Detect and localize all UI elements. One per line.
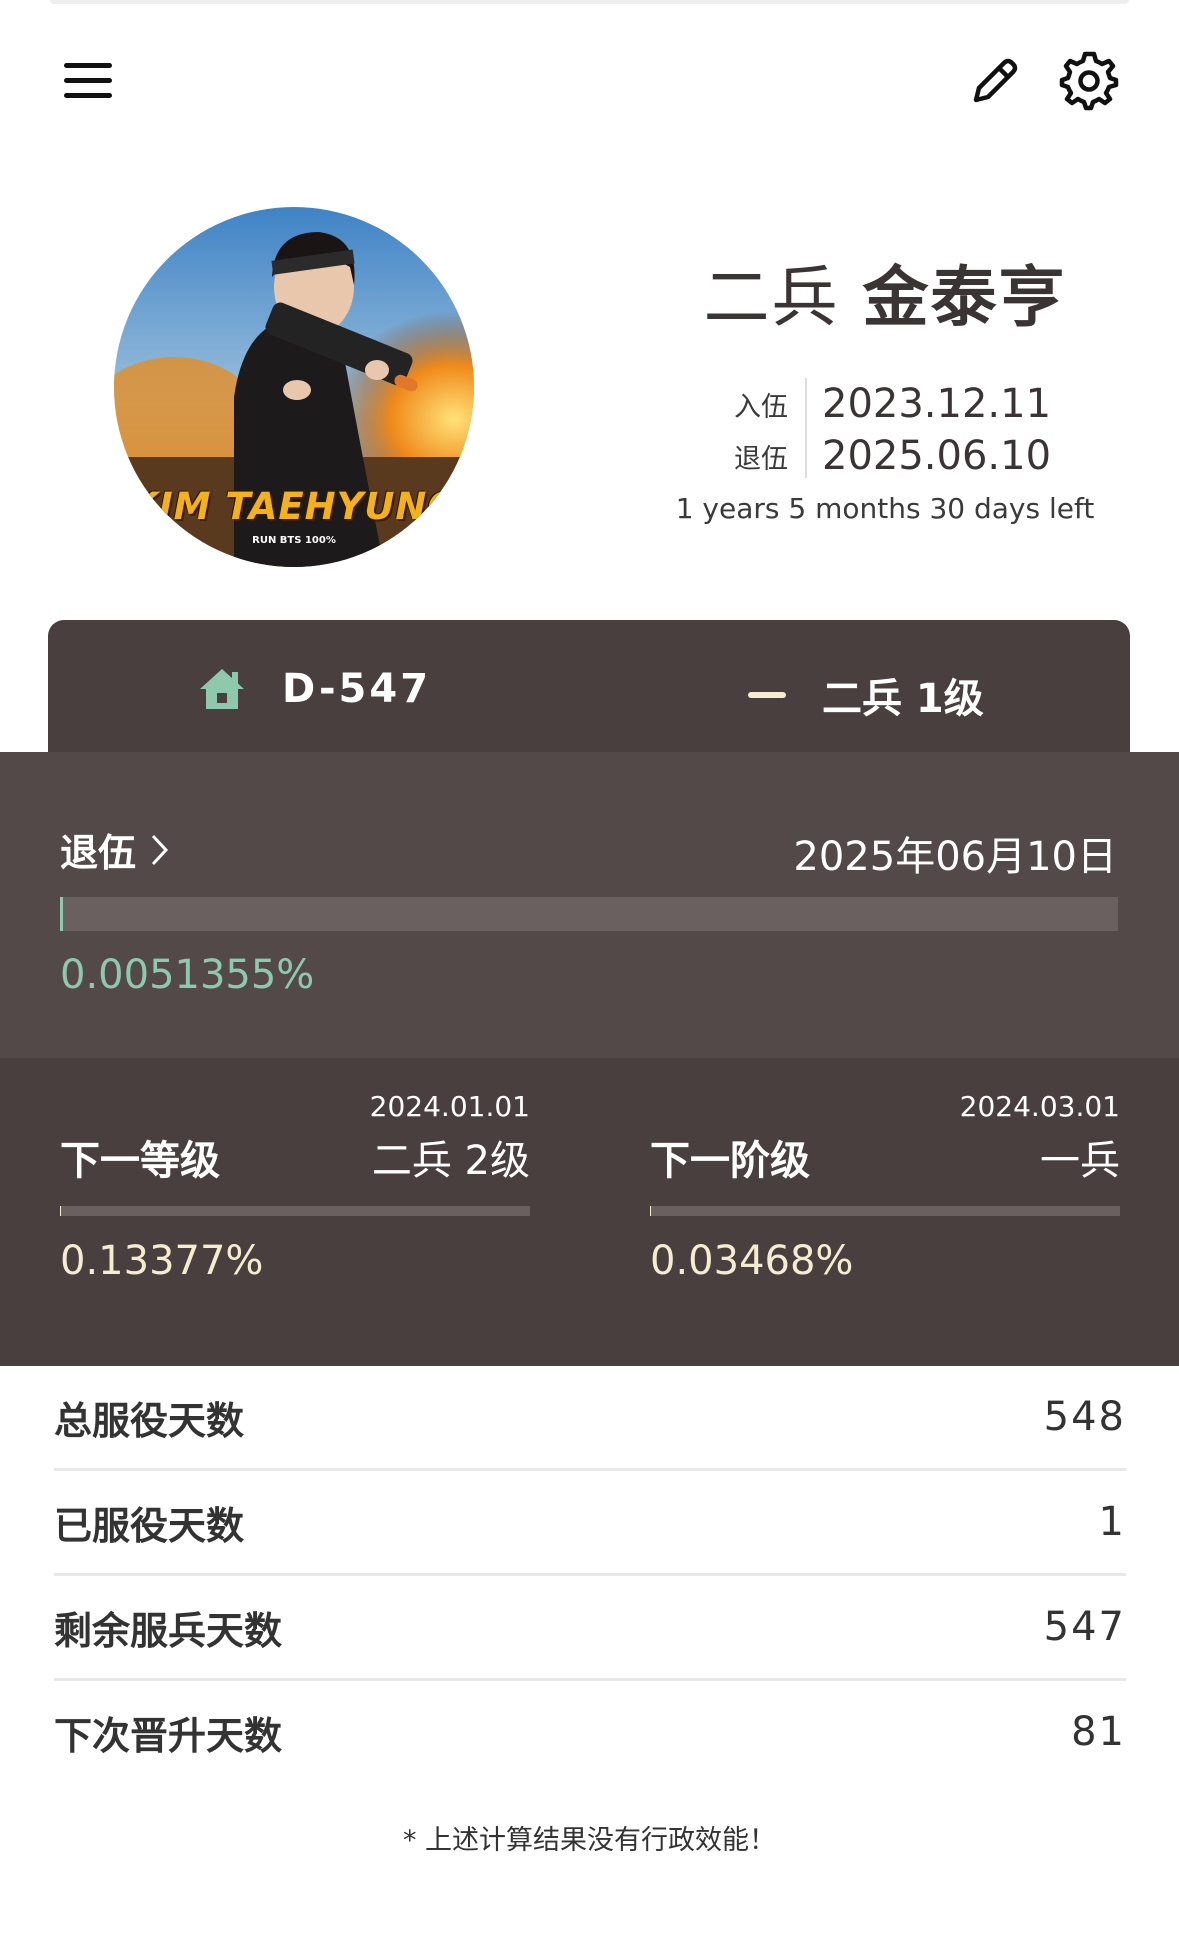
service-dates: 入伍 2023.12.11 退伍 2025.06.10 [730,378,1051,482]
profile-name: 二兵 金泰亨 [600,244,1170,340]
gear-icon[interactable] [1056,48,1122,114]
next-grade-fill [60,1206,62,1216]
stat-label: 下次晋升天数 [54,1713,283,1758]
avatar-sub-text: RUN BTS 100% [252,535,336,546]
dday-bar: D-547 二兵 1级 [48,620,1130,752]
hamburger-menu-icon[interactable] [58,52,120,110]
next-stage-percent: 0.03468% [650,1238,854,1284]
stat-label: 剩余服兵天数 [54,1608,283,1653]
next-stage-target: 一兵 [1040,1138,1120,1184]
enlist-row: 入伍 2023.12.11 [730,378,1051,430]
stat-label: 已服役天数 [54,1503,245,1548]
stats-list: 总服役天数 548 已服役天数 1 剩余服兵天数 547 下次晋升天数 81 [54,1366,1126,1783]
next-grade-target: 二兵 2级 [371,1138,530,1184]
chevron-right-icon [151,834,169,865]
promotion-panel: 2024.01.01 下一等级 二兵 2级 0.13377% 2024.03.0… [0,1058,1179,1366]
discharge-progress-fill [60,897,64,931]
next-stage-bar [650,1206,1120,1216]
grade-section: 二兵 1级 [748,666,984,724]
stat-row-next-promotion: 下次晋升天数 81 [54,1681,1126,1783]
stat-label: 总服役天数 [54,1398,245,1443]
enlist-date: 2023.12.11 [822,381,1052,427]
dday-section: D-547 [198,666,431,712]
dates-divider [805,378,807,478]
discharge-label: 退伍 [734,443,788,475]
disclaimer-note: * 上述计算结果没有行政效能！ [402,1825,777,1856]
stat-value: 547 [1043,1604,1126,1650]
next-grade-card: 2024.01.01 下一等级 二兵 2级 0.13377% [60,1058,530,1366]
stat-value: 1 [1098,1499,1126,1545]
stat-value: 81 [1071,1709,1126,1755]
next-stage-fill [650,1206,652,1216]
discharge-date: 2025.06.10 [822,433,1052,479]
avatar: KIM TAEHYUNG RUN BTS 100% [114,207,474,567]
discharge-progress-percent: 0.0051355% [60,952,315,998]
discharge-progress-link[interactable]: 退伍 [60,822,170,877]
stat-value: 548 [1043,1394,1126,1440]
next-grade-date: 2024.01.01 [369,1090,530,1123]
grade-text: 二兵 1级 [822,676,984,722]
discharge-progress-date: 2025年06月10日 [793,834,1117,880]
time-left-text: 1 years 5 months 30 days left [675,492,1095,525]
discharge-row: 退伍 2025.06.10 [730,430,1051,482]
next-grade-percent: 0.13377% [60,1238,264,1284]
enlist-label: 入伍 [734,391,788,423]
next-stage-title: 下一阶级 [650,1138,810,1184]
profile-person-name: 金泰亨 [862,259,1067,336]
stat-row-served: 已服役天数 1 [54,1471,1126,1576]
rank-stripe-icon [748,692,786,698]
stat-row-total: 总服役天数 548 [54,1366,1126,1471]
discharge-progress-title: 退伍 [60,831,137,875]
pencil-icon[interactable] [962,50,1026,114]
avatar-banner-text: KIM TAEHYUNG [129,485,459,528]
stat-row-remaining: 剩余服兵天数 547 [54,1576,1126,1681]
top-edge [50,0,1129,4]
next-stage-card: 2024.03.01 下一阶级 一兵 0.03468% [650,1058,1120,1366]
discharge-progress-bar [60,897,1118,931]
next-stage-date: 2024.03.01 [959,1090,1120,1123]
next-grade-title: 下一等级 [60,1138,220,1184]
dday-text: D-547 [282,666,432,712]
profile-rank: 二兵 [703,259,840,336]
home-icon [200,669,244,709]
discharge-progress-panel: 退伍 2025年06月10日 0.0051355% [0,752,1179,1058]
next-grade-bar [60,1206,530,1216]
